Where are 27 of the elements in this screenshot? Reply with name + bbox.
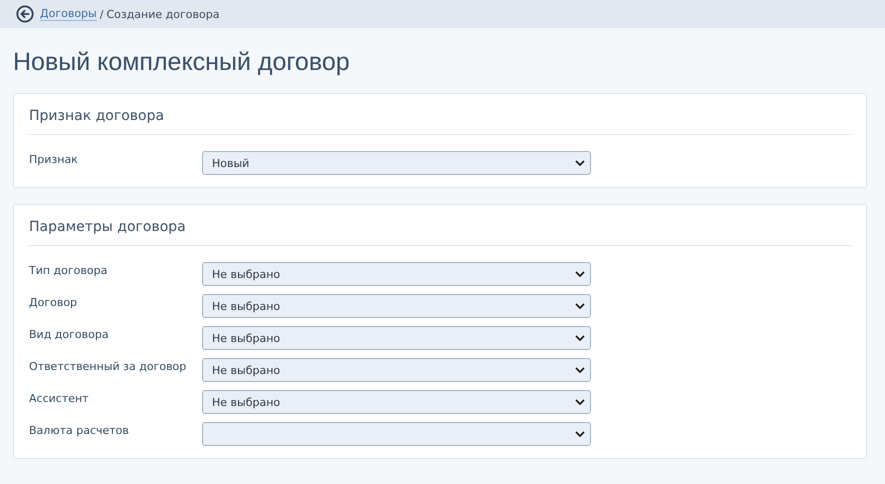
field-label: Валюта расчетов xyxy=(29,423,130,437)
chevron-down-icon xyxy=(575,160,585,166)
breadcrumb-link[interactable]: Договоры xyxy=(40,7,97,21)
breadcrumb-current: Создание договора xyxy=(106,8,220,20)
field-label: Ответственный за договор xyxy=(29,359,188,373)
select-field[interactable]: Новый xyxy=(202,151,591,175)
select-field[interactable]: Не выбрано xyxy=(202,390,591,414)
field-label: Ассистент xyxy=(29,391,90,405)
chevron-down-icon xyxy=(575,399,585,405)
field-label: Договор xyxy=(29,295,78,309)
select-field[interactable]: Не выбрано xyxy=(202,262,591,286)
section-title: Признак договора xyxy=(29,94,851,135)
chevron-down-icon xyxy=(575,431,585,437)
select-field[interactable]: Не выбрано xyxy=(202,358,591,382)
breadcrumb-separator: / xyxy=(100,8,104,20)
field-label: Тип договора xyxy=(29,263,108,277)
select-field[interactable]: Не выбрано xyxy=(202,326,591,350)
chevron-down-icon xyxy=(575,335,585,341)
field-label: Признак xyxy=(29,152,79,166)
select-field[interactable]: Не выбрано xyxy=(202,294,591,318)
field-label: Вид договора xyxy=(29,327,110,341)
chevron-down-icon xyxy=(575,271,585,277)
chevron-down-icon xyxy=(575,303,585,309)
select-field[interactable] xyxy=(202,422,591,446)
section-title: Параметры договора xyxy=(29,205,851,246)
chevron-down-icon xyxy=(575,367,585,373)
page-title: Новый комплексный договор xyxy=(12,47,351,78)
